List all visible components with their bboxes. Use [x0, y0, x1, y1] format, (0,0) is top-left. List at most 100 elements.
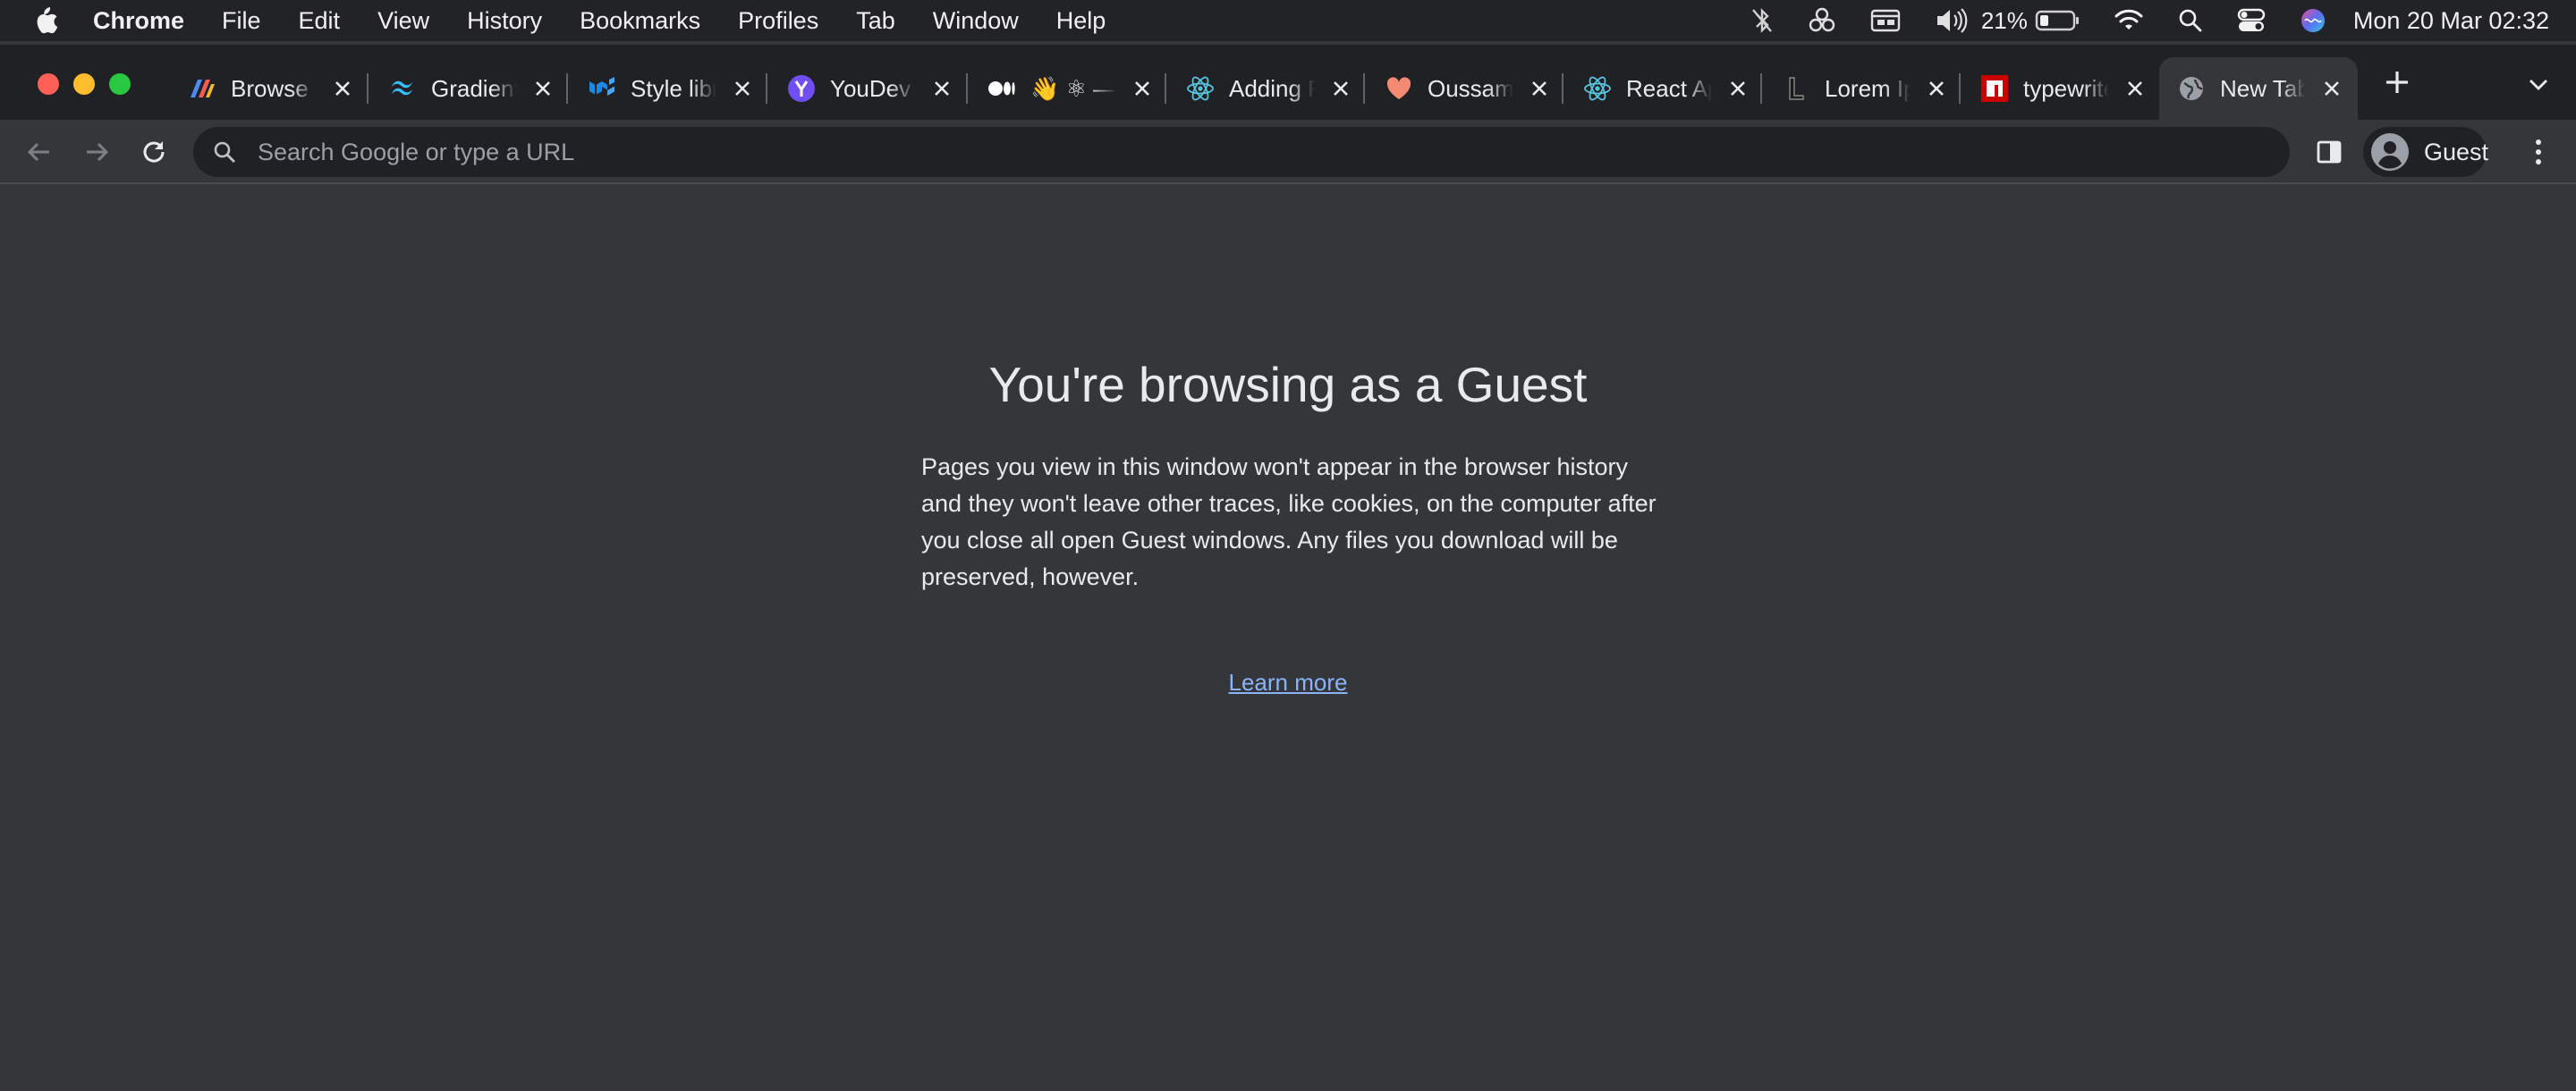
close-icon[interactable] — [1526, 75, 1553, 102]
network-monitor-icon[interactable] — [1808, 0, 1836, 41]
tab-title: typewriter — [2023, 74, 2109, 102]
close-icon[interactable] — [329, 75, 356, 102]
menu-view[interactable]: View — [377, 7, 429, 35]
control-center-icon[interactable] — [2237, 0, 2266, 41]
close-icon[interactable] — [2122, 75, 2148, 102]
guest-new-tab-page: You're browsing as a Guest Pages you vie… — [0, 184, 2576, 1091]
close-icon[interactable] — [1724, 75, 1751, 102]
heart-icon — [1385, 74, 1413, 103]
tab-title: React App — [1626, 74, 1712, 102]
battery-icon[interactable] — [2035, 0, 2080, 41]
medium-logo-icon — [987, 74, 1016, 103]
bluetooth-off-icon[interactable] — [1750, 0, 1774, 41]
tab-new-tab[interactable]: New Tab — [2159, 57, 2358, 120]
menu-window[interactable]: Window — [933, 7, 1019, 35]
globe-icon — [2177, 74, 2206, 103]
menu-history[interactable]: History — [467, 7, 542, 35]
tailwind-logo-icon — [388, 74, 417, 103]
browse-logo-icon — [188, 74, 216, 103]
reload-icon[interactable] — [134, 132, 174, 172]
menubar-clock[interactable]: Mon 20 Mar 02:32 — [2353, 7, 2549, 35]
menu-file[interactable]: File — [222, 7, 261, 35]
tab-title: Style library — [631, 74, 716, 102]
forward-arrow-icon[interactable] — [77, 132, 116, 172]
back-arrow-icon[interactable] — [20, 132, 59, 172]
youdev-logo-icon — [787, 74, 816, 103]
more-menu-icon[interactable] — [2521, 134, 2556, 170]
avatar-icon — [2370, 132, 2410, 172]
npm-logo-icon — [1980, 74, 2009, 103]
tab-search-chevron-down-icon[interactable] — [2522, 68, 2555, 100]
lorem-logo-icon — [1782, 74, 1810, 103]
menu-app-name[interactable]: Chrome — [93, 7, 184, 35]
display-mirror-icon[interactable] — [1870, 0, 1901, 41]
tab-separator — [1562, 73, 1563, 104]
tab-title: Gradient — [431, 74, 517, 102]
tab-separator — [1760, 73, 1762, 104]
page-title: You're browsing as a Guest — [988, 357, 1588, 412]
spotlight-search-icon[interactable] — [2178, 0, 2203, 41]
tab-react-app[interactable]: React App — [1565, 57, 1751, 120]
tab-title: New Tab — [2220, 74, 2306, 102]
close-icon[interactable] — [1129, 75, 1156, 102]
status-area: 21% Mon 20 Mar 02:32 — [1716, 0, 2549, 41]
tab-title: Lorem Ipsum — [1825, 74, 1911, 102]
tab-adding-react[interactable]: Adding React — [1168, 57, 1354, 120]
react-logo-icon — [1583, 74, 1612, 103]
apple-logo-icon[interactable] — [30, 0, 66, 41]
learn-more-container: Learn more — [0, 669, 2576, 697]
window-close-button[interactable] — [38, 73, 59, 95]
battery-percent: 21% — [1980, 6, 2028, 34]
side-panel-icon[interactable] — [2311, 134, 2347, 170]
close-icon[interactable] — [928, 75, 955, 102]
guest-description: Pages you view in this window won't appe… — [921, 453, 1657, 590]
tab-lorem-ipsum[interactable]: Lorem Ipsum — [1764, 57, 1950, 120]
tab-title: Adding React — [1229, 74, 1315, 102]
tab-gradient[interactable]: Gradient — [370, 57, 556, 120]
close-icon[interactable] — [1327, 75, 1354, 102]
wifi-icon[interactable] — [2114, 0, 2144, 41]
omnibox-input[interactable] — [258, 138, 2225, 166]
tab-style-library[interactable]: Style library — [570, 57, 756, 120]
tab-medium-article[interactable]: 👋 ⚛ — — [970, 57, 1156, 120]
react-logo-icon — [1186, 74, 1215, 103]
tab-separator — [1959, 73, 1961, 104]
tab-separator — [766, 73, 767, 104]
tab-oussama[interactable]: Oussama — [1367, 57, 1553, 120]
new-tab-plus-icon[interactable] — [2379, 64, 2415, 100]
tab-strip: Browse Free Gradient Style library YouDe… — [0, 45, 2576, 120]
tab-separator — [1165, 73, 1166, 104]
tab-title: Browse Free — [231, 74, 317, 102]
menu-tab[interactable]: Tab — [856, 7, 895, 35]
tab-separator — [367, 73, 369, 104]
volume-icon[interactable] — [1935, 0, 1969, 41]
tab-title: YouDev — [830, 74, 911, 102]
tab-browse[interactable]: Browse Free — [170, 57, 356, 120]
tab-separator — [1363, 73, 1365, 104]
search-icon — [213, 139, 240, 165]
window-minimize-button[interactable] — [73, 73, 95, 95]
menu-edit[interactable]: Edit — [299, 7, 341, 35]
menu-profiles[interactable]: Profiles — [738, 7, 818, 35]
close-icon[interactable] — [1923, 75, 1950, 102]
omnibox[interactable] — [193, 127, 2290, 177]
menu-bookmarks[interactable]: Bookmarks — [580, 7, 700, 35]
macos-menu-bar: Chrome File Edit View History Bookmarks … — [0, 0, 2576, 41]
learn-more-link[interactable]: Learn more — [1229, 669, 1348, 696]
tab-youdev[interactable]: YouDev — [769, 57, 955, 120]
tab-typewriter[interactable]: typewriter — [1962, 57, 2148, 120]
tab-title: Oussama — [1428, 74, 1513, 102]
profile-button[interactable]: Guest — [2363, 127, 2489, 177]
tab-separator — [966, 73, 968, 104]
browser-toolbar: Guest — [0, 120, 2576, 184]
menu-help[interactable]: Help — [1056, 7, 1106, 35]
window-zoom-button[interactable] — [109, 73, 131, 95]
mui-logo-icon — [588, 74, 616, 103]
siri-icon[interactable] — [2300, 0, 2326, 41]
tab-separator — [566, 73, 568, 104]
tab-title: 👋 ⚛ — — [1030, 74, 1116, 102]
close-icon[interactable] — [729, 75, 756, 102]
profile-label: Guest — [2424, 138, 2489, 165]
close-icon[interactable] — [530, 75, 556, 102]
close-icon[interactable] — [2318, 75, 2345, 102]
